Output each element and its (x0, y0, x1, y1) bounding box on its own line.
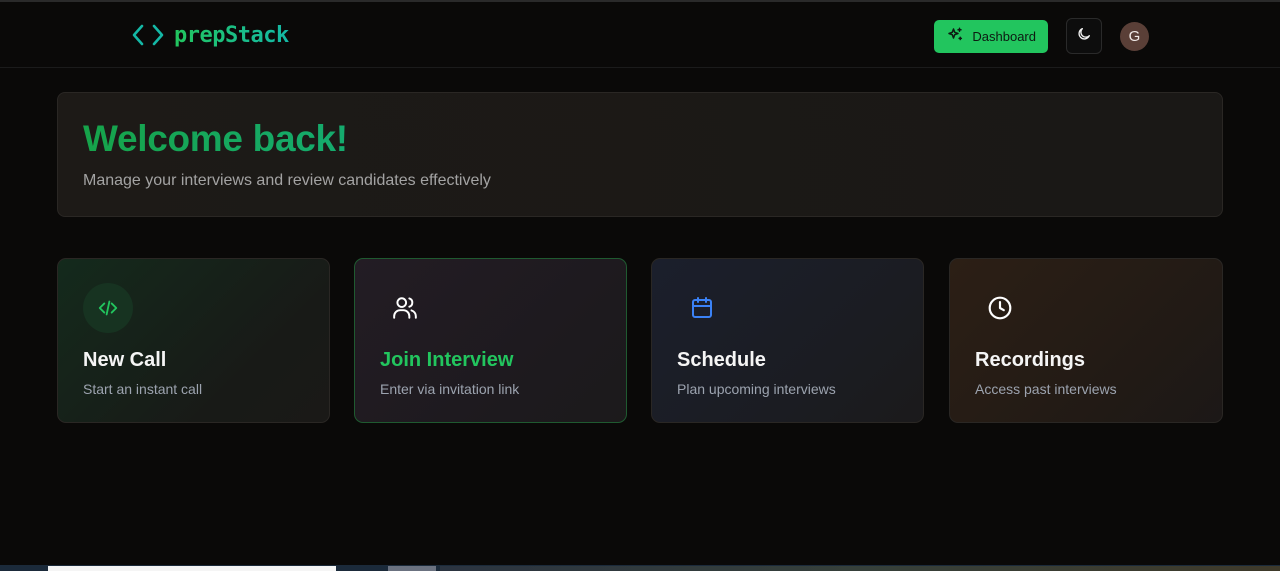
clock-icon (975, 283, 1025, 333)
card-description: Enter via invitation link (380, 381, 520, 397)
taskbar-app-button[interactable] (388, 566, 436, 571)
calendar-icon (677, 283, 727, 333)
taskbar-search-box[interactable] (48, 566, 336, 571)
welcome-title: Welcome back! (83, 118, 1197, 160)
user-avatar[interactable]: G (1120, 21, 1149, 51)
code-icon (83, 283, 133, 333)
card-title: Schedule (677, 349, 766, 371)
theme-toggle-button[interactable] (1066, 18, 1102, 54)
top-navbar: prepStack Dashboard G (0, 2, 1280, 68)
schedule-card[interactable]: Schedule Plan upcoming interviews (651, 258, 924, 423)
card-title: Recordings (975, 349, 1086, 371)
join-interview-card[interactable]: Join Interview Enter via invitation link (354, 258, 627, 423)
welcome-subtitle: Manage your interviews and review candid… (83, 172, 491, 189)
card-description: Start an instant call (83, 381, 203, 397)
new-call-card[interactable]: New Call Start an instant call (57, 258, 330, 423)
brand-name: prepStack (174, 22, 289, 48)
card-description: Access past interviews (975, 381, 1117, 397)
users-icon (380, 283, 430, 333)
taskbar-strip (440, 566, 1280, 571)
quick-actions: New Call Start an instant call Join Inte… (57, 258, 1223, 423)
code-brackets-icon (132, 21, 164, 49)
sparkles-icon (946, 26, 964, 47)
moon-icon (1076, 26, 1092, 47)
nav-actions: Dashboard G (934, 18, 1149, 54)
welcome-banner: Welcome back! Manage your interviews and… (57, 92, 1223, 217)
card-description: Plan upcoming interviews (677, 381, 836, 397)
card-title: Join Interview (380, 349, 514, 371)
recordings-card[interactable]: Recordings Access past interviews (949, 258, 1223, 423)
card-title: New Call (83, 349, 167, 371)
dashboard-button-label: Dashboard (972, 28, 1036, 44)
dashboard-button[interactable]: Dashboard (934, 19, 1048, 53)
brand-logo[interactable]: prepStack (132, 20, 289, 50)
